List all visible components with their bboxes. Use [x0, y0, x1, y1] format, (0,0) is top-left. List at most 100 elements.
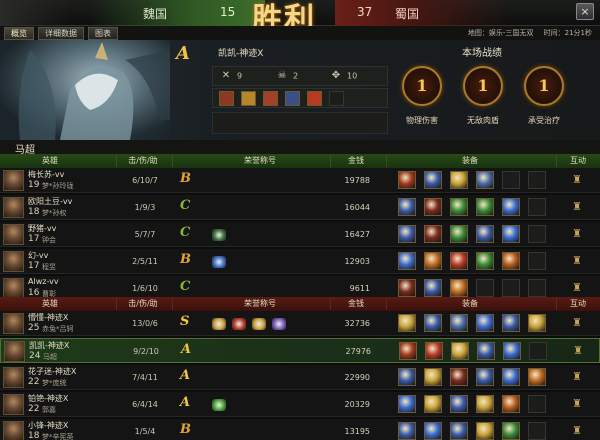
equipment-item[interactable]	[424, 279, 442, 297]
equipment-item[interactable]	[477, 342, 495, 360]
equipment-item[interactable]	[398, 368, 416, 386]
equipment-item[interactable]	[502, 252, 520, 270]
honor-badge-icon[interactable]	[212, 399, 226, 411]
equipment-item[interactable]	[502, 422, 520, 440]
player-avatar[interactable]	[3, 394, 24, 415]
equipment-item[interactable]	[398, 279, 416, 297]
equipment-item[interactable]	[476, 225, 494, 243]
equipment-item[interactable]	[450, 198, 468, 216]
equipment-item[interactable]	[502, 225, 520, 243]
player-avatar[interactable]	[3, 367, 24, 388]
equipment-item[interactable]	[450, 252, 468, 270]
close-button[interactable]: ×	[576, 3, 594, 20]
like-icon[interactable]: ♜	[570, 281, 584, 295]
honor-badge-icon[interactable]	[232, 318, 246, 330]
equipment-item[interactable]	[398, 395, 416, 413]
player-row[interactable]: 凯凯-神迹X 24 马超 9/2/10 A 27976 ♜	[0, 338, 600, 363]
equipment-item[interactable]	[450, 225, 468, 243]
tab-chart[interactable]: 图表	[88, 27, 118, 40]
empty-item-slot[interactable]	[528, 198, 546, 216]
equipment-item[interactable]	[399, 342, 417, 360]
honor-badge-icon[interactable]	[252, 318, 266, 330]
player-avatar[interactable]	[3, 170, 24, 191]
equipment-item[interactable]	[424, 395, 442, 413]
equipment-item[interactable]	[398, 225, 416, 243]
equipment-item[interactable]	[424, 225, 442, 243]
player-row[interactable]: 花子迷-神迹X 22 梦*庞统 7/4/11 A 22990 ♜	[0, 365, 600, 390]
equipment-item[interactable]	[398, 314, 416, 332]
player-avatar[interactable]	[3, 197, 24, 218]
equipment-item[interactable]	[398, 252, 416, 270]
player-row[interactable]: 梅长苏-vv 19 梦*孙玲珑 6/10/7 B 19788 ♜	[0, 168, 600, 193]
equipment-item[interactable]	[502, 395, 520, 413]
equipment-item[interactable]	[502, 314, 520, 332]
player-row[interactable]: 野猪-vv 17 钟会 5/7/7 C 16427 ♜	[0, 222, 600, 247]
equipment-item[interactable]	[424, 314, 442, 332]
like-icon[interactable]: ♜	[570, 200, 584, 214]
like-icon[interactable]: ♜	[570, 227, 584, 241]
equipment-item[interactable]	[503, 342, 521, 360]
equipment-item[interactable]	[398, 171, 416, 189]
equipment-item[interactable]	[476, 171, 494, 189]
equipment-item[interactable]	[476, 198, 494, 216]
equipment-item[interactable]	[528, 314, 546, 332]
like-icon[interactable]: ♜	[570, 397, 584, 411]
like-icon[interactable]: ♜	[570, 254, 584, 268]
equipment-item[interactable]	[424, 368, 442, 386]
equip-item-1[interactable]	[219, 91, 234, 106]
equipment-item[interactable]	[450, 171, 468, 189]
equipment-item[interactable]	[476, 422, 494, 440]
player-avatar[interactable]	[3, 421, 24, 440]
equipment-item[interactable]	[476, 395, 494, 413]
equipment-item[interactable]	[450, 422, 468, 440]
player-avatar[interactable]	[3, 224, 24, 245]
honor-badge-icon[interactable]	[272, 318, 286, 330]
like-icon[interactable]: ♜	[570, 424, 584, 438]
equipment-item[interactable]	[424, 171, 442, 189]
equipment-item[interactable]	[398, 422, 416, 440]
player-row[interactable]: 欧阳土豆-vv 18 梦*孙权 1/9/3 C 16044 ♜	[0, 195, 600, 220]
equipment-item[interactable]	[528, 368, 546, 386]
equipment-item[interactable]	[476, 368, 494, 386]
empty-item-slot[interactable]	[528, 252, 546, 270]
tab-detail-data[interactable]: 详细数据	[38, 27, 84, 40]
equipment-item[interactable]	[476, 252, 494, 270]
equip-item-2[interactable]	[241, 91, 256, 106]
empty-item-slot[interactable]	[529, 342, 547, 360]
equip-item-6[interactable]	[329, 91, 344, 106]
player-row[interactable]: 懵懂-神迹X 25 赤兔*吕轲 13/0/6 S 32736 ♜	[0, 311, 600, 336]
player-avatar[interactable]	[3, 251, 24, 272]
equip-item-4[interactable]	[285, 91, 300, 106]
empty-item-slot[interactable]	[528, 279, 546, 297]
player-avatar[interactable]	[4, 341, 25, 362]
equipment-item[interactable]	[398, 198, 416, 216]
empty-item-slot[interactable]	[476, 279, 494, 297]
like-icon[interactable]: ♜	[571, 344, 585, 358]
equip-item-3[interactable]	[263, 91, 278, 106]
player-avatar[interactable]	[3, 313, 24, 334]
equipment-item[interactable]	[450, 395, 468, 413]
honor-badge-icon[interactable]	[212, 256, 226, 268]
empty-item-slot[interactable]	[528, 225, 546, 243]
equipment-item[interactable]	[450, 368, 468, 386]
equipment-item[interactable]	[476, 314, 494, 332]
empty-item-slot[interactable]	[528, 422, 546, 440]
equipment-item[interactable]	[425, 342, 443, 360]
equipment-item[interactable]	[451, 342, 469, 360]
empty-item-slot[interactable]	[528, 171, 546, 189]
equipment-item[interactable]	[424, 422, 442, 440]
equipment-item[interactable]	[424, 198, 442, 216]
like-icon[interactable]: ♜	[570, 370, 584, 384]
player-avatar[interactable]	[3, 278, 24, 299]
honor-badge-icon[interactable]	[212, 229, 226, 241]
tab-overview[interactable]: 概览	[4, 27, 34, 40]
empty-item-slot[interactable]	[528, 395, 546, 413]
equipment-item[interactable]	[424, 252, 442, 270]
like-icon[interactable]: ♜	[570, 316, 584, 330]
equip-item-5[interactable]	[307, 91, 322, 106]
player-row[interactable]: 小锋-神迹X 18 梦*辛宪英 1/5/4 B 13195 ♜	[0, 419, 600, 440]
player-row[interactable]: 幻-vv 17 程昱 2/5/11 B 12903 ♜	[0, 249, 600, 274]
equipment-item[interactable]	[450, 279, 468, 297]
empty-item-slot[interactable]	[502, 171, 520, 189]
honor-badge-icon[interactable]	[212, 318, 226, 330]
